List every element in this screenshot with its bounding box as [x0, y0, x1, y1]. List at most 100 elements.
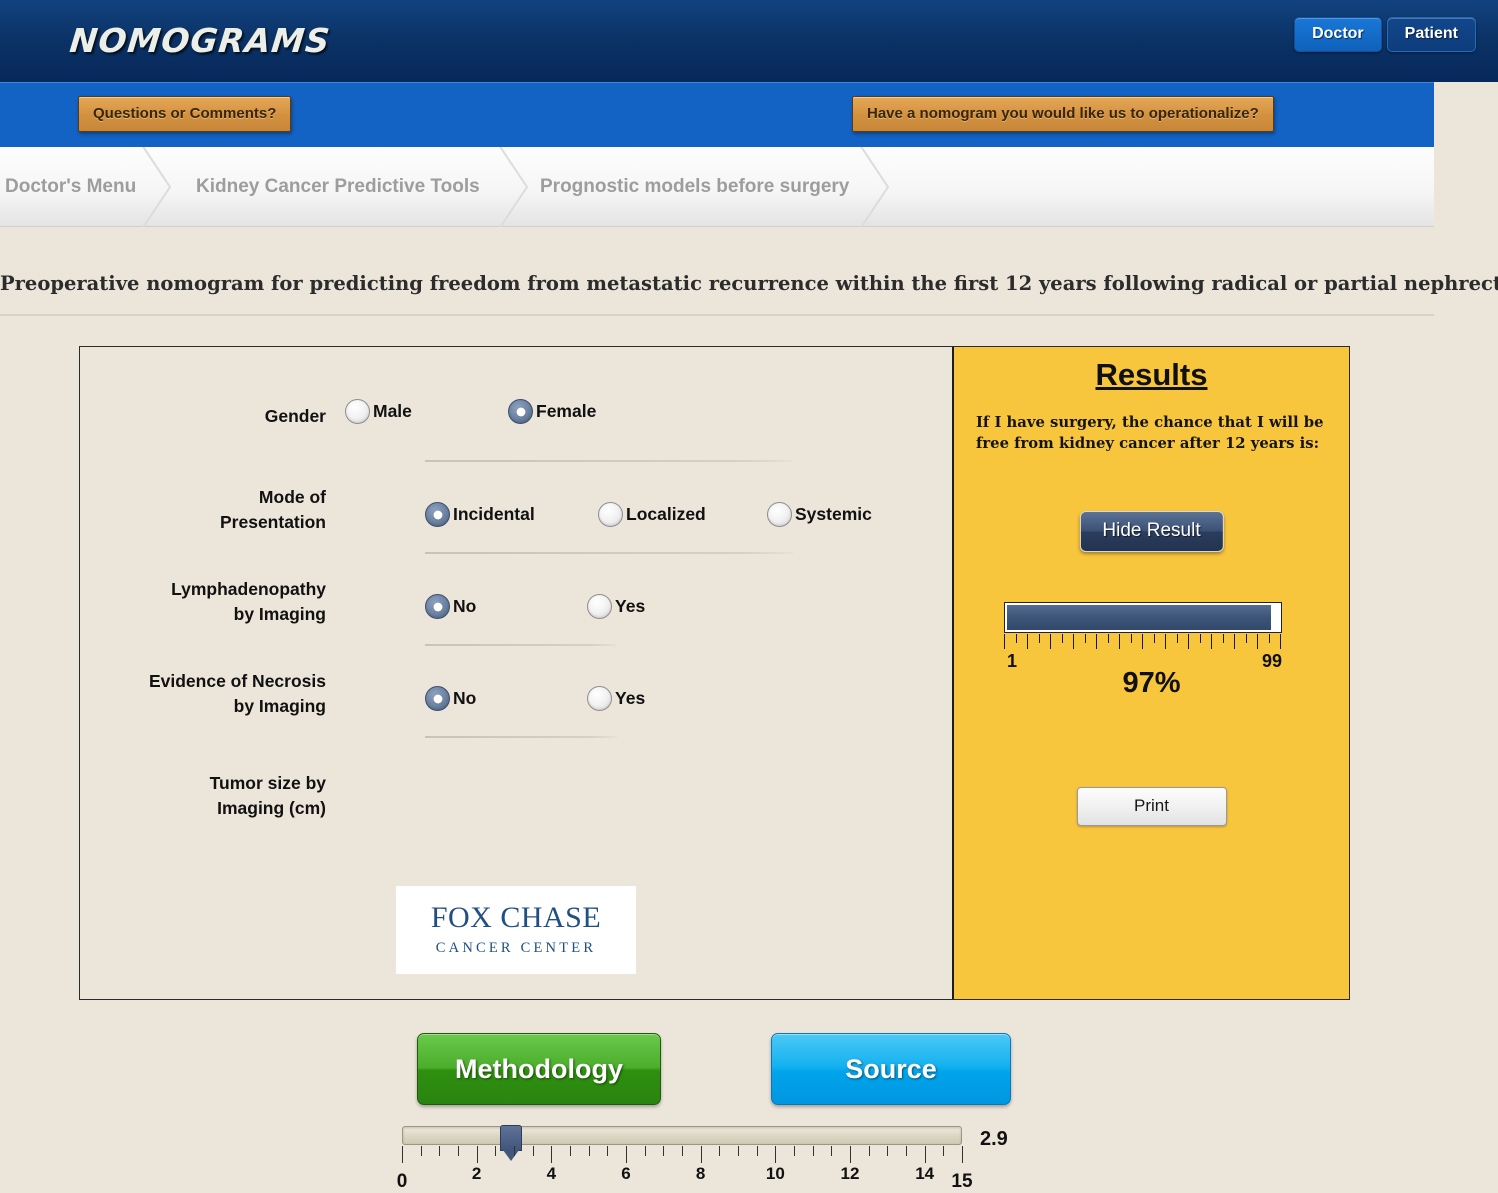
- radio-option-incidental[interactable]: Incidental: [425, 502, 535, 527]
- print-button[interactable]: Print: [1076, 787, 1227, 826]
- slider-tick: [476, 1146, 478, 1163]
- slider-tick: [495, 1146, 497, 1156]
- slider-tick-label: 15: [951, 1171, 973, 1192]
- radio-icon-incidental[interactable]: [425, 502, 450, 527]
- form-label-gender: Gender: [264, 406, 326, 426]
- radio-option-male[interactable]: Male: [345, 399, 412, 424]
- fox-chase-cancer-center-logo: FOX CHASE CANCER CENTER: [396, 886, 636, 974]
- radio-icon-female[interactable]: [508, 399, 533, 424]
- slider-tick: [831, 1146, 833, 1156]
- gauge-fill: [1007, 605, 1271, 630]
- gauge-tick: [1200, 634, 1201, 643]
- gauge-tick: [1131, 634, 1132, 643]
- slider-tick: [850, 1146, 851, 1163]
- source-button[interactable]: Source: [771, 1033, 1011, 1105]
- result-percent: 97%: [1122, 667, 1181, 699]
- form-row-divider: [425, 460, 793, 462]
- radio-label-necrosis-yes: Yes: [615, 688, 646, 708]
- slider-tick: [794, 1146, 795, 1156]
- slider-tick: [458, 1146, 459, 1156]
- gauge-tick: [1280, 634, 1281, 649]
- form-row-divider: [425, 736, 617, 738]
- slider-tick: [439, 1146, 441, 1156]
- radio-option-necrosis-no[interactable]: No: [425, 686, 476, 711]
- slider-tick: [924, 1146, 926, 1163]
- breadcrumb: Doctor's Menu Kidney Cancer Predictive T…: [0, 147, 1434, 227]
- slider-tick: [962, 1146, 963, 1163]
- chevron-right-icon: [140, 147, 186, 227]
- slider-tick: [700, 1146, 702, 1163]
- radio-icon-lymphadenopathy-yes[interactable]: [587, 594, 612, 619]
- form-label-line-2: Presentation: [220, 512, 326, 532]
- form-label-line-1: Tumor size by: [209, 773, 326, 793]
- radio-label-male: Male: [373, 401, 412, 421]
- radio-option-localized[interactable]: Localized: [598, 502, 706, 527]
- radio-icon-necrosis-yes[interactable]: [587, 686, 612, 711]
- doctor-button[interactable]: Doctor: [1294, 17, 1382, 52]
- gauge-tick: [1119, 634, 1120, 649]
- slider-track[interactable]: [402, 1125, 962, 1151]
- tumor-size-slider[interactable]: 0 2 4 6 8 10 12 14 15: [397, 1125, 973, 1192]
- slider-tick-label: 4: [546, 1164, 557, 1183]
- form-label-line-1: Evidence of Necrosis: [148, 671, 326, 691]
- slider-tick: [775, 1146, 777, 1163]
- slider-tick-label: 14: [915, 1164, 935, 1183]
- questions-or-comments-button[interactable]: Questions or Comments?: [78, 96, 292, 132]
- slider-tick: [887, 1146, 889, 1156]
- chevron-right-icon: [858, 147, 904, 227]
- patient-button[interactable]: Patient: [1386, 17, 1476, 52]
- slider-tick-label: 0: [396, 1171, 408, 1192]
- breadcrumb-item-prognostic-models-before-surgery[interactable]: Prognostic models before surgery: [540, 147, 849, 227]
- action-bar: Questions or Comments? Have a nomogram y…: [0, 82, 1434, 147]
- gauge-tick: [1246, 634, 1247, 643]
- input-form-panel: Gender Male Female Mode of Presentation: [80, 347, 1008, 1192]
- radio-label-lymphadenopathy-no: No: [453, 596, 477, 616]
- radio-option-female[interactable]: Female: [508, 399, 596, 424]
- radio-option-necrosis-yes[interactable]: Yes: [587, 686, 645, 711]
- slider-tick: [812, 1146, 814, 1156]
- slider-tick: [868, 1146, 870, 1156]
- form-label-lymphadenopathy: Lymphadenopathy by Imaging: [80, 577, 326, 627]
- title-divider: [0, 314, 1434, 316]
- radio-icon-male[interactable]: [345, 399, 370, 424]
- site-header: NOMOGRAMS Doctor Patient: [0, 0, 1498, 82]
- radio-icon-systemic[interactable]: [767, 502, 792, 527]
- slider-tick: [626, 1146, 627, 1163]
- gauge-tick: [1085, 634, 1086, 643]
- hide-result-button[interactable]: Hide Result: [1079, 511, 1224, 552]
- radio-icon-lymphadenopathy-no[interactable]: [425, 594, 450, 619]
- page-title: Preoperative nomogram for predicting fre…: [0, 272, 1498, 295]
- form-label-tumor-size: Tumor size by Imaging (cm): [80, 771, 326, 821]
- gauge-tick: [1223, 634, 1224, 643]
- gauge-track: [1004, 602, 1282, 633]
- audience-toggle: Doctor Patient: [1294, 17, 1476, 52]
- form-label-mode-of-presentation: Mode of Presentation: [80, 485, 326, 535]
- slider-tick: [738, 1146, 739, 1156]
- logo-line-1: FOX CHASE: [430, 901, 602, 934]
- result-gauge: 1 99: [1004, 602, 1282, 675]
- form-label-line-2: by Imaging: [233, 696, 326, 716]
- methodology-button[interactable]: Methodology: [417, 1033, 661, 1105]
- gauge-tick: [1269, 634, 1270, 643]
- operationalize-nomogram-button[interactable]: Have a nomogram you would like us to ope…: [852, 96, 1274, 132]
- gauge-tick: [1188, 634, 1189, 649]
- gauge-tick: [1108, 634, 1109, 643]
- radio-label-systemic: Systemic: [795, 504, 872, 524]
- results-statement: If I have surgery, the chance that I wil…: [976, 414, 1324, 452]
- breadcrumb-item-kidney-cancer-predictive-tools[interactable]: Kidney Cancer Predictive Tools: [196, 147, 480, 227]
- radio-option-lymphadenopathy-yes[interactable]: Yes: [587, 594, 645, 619]
- radio-icon-localized[interactable]: [598, 502, 623, 527]
- slider-tick-label: 10: [765, 1164, 785, 1183]
- breadcrumb-item-doctors-menu[interactable]: Doctor's Menu: [5, 147, 136, 227]
- radio-icon-necrosis-no[interactable]: [425, 686, 450, 711]
- radio-option-systemic[interactable]: Systemic: [767, 502, 872, 527]
- radio-option-lymphadenopathy-no[interactable]: No: [425, 594, 476, 619]
- slider-tick-label: 8: [695, 1164, 706, 1183]
- results-title: Results: [1095, 357, 1208, 392]
- slider-tick-label: 6: [621, 1164, 631, 1183]
- form-row-divider: [425, 552, 793, 554]
- gauge-tick-marks: [1004, 634, 1282, 650]
- slider-tick: [551, 1146, 553, 1163]
- form-label-line-2: Imaging (cm): [217, 798, 326, 818]
- slider-tick: [644, 1146, 646, 1156]
